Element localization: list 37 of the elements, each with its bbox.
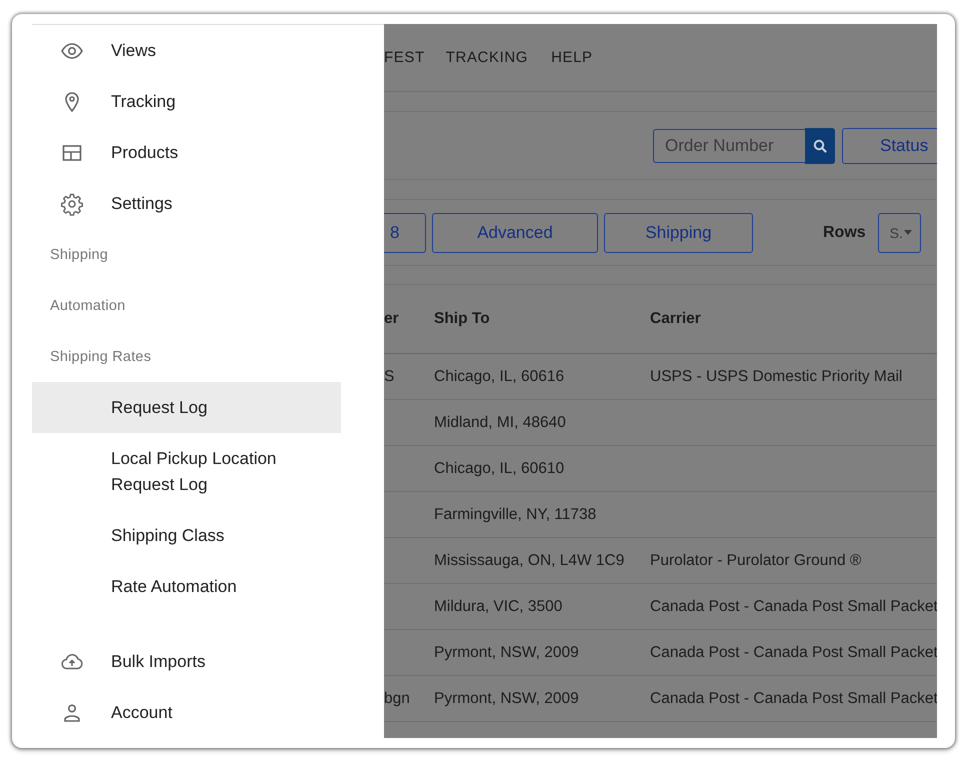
nav-link[interactable]: FEST	[384, 49, 425, 66]
order-number-field[interactable]: Order Number	[653, 128, 805, 162]
table-cell-text: bgn	[384, 690, 411, 708]
search-icon	[813, 138, 827, 152]
rows-label: Rows	[823, 224, 866, 242]
nav-link[interactable]: TRACKING	[446, 49, 528, 66]
table-cell-text: Chicago, IL, 60610	[434, 460, 566, 478]
table-cell-text: Purolator - Purolator Ground ®	[650, 552, 862, 570]
nav-link[interactable]: HELP	[551, 49, 593, 66]
column-header: Carrier	[650, 310, 702, 328]
settings-icon	[60, 192, 84, 216]
table-cell-text: USPS - USPS Domestic Priority Mail	[650, 368, 904, 386]
drawer-item[interactable]: Settings	[32, 178, 384, 229]
table-cell-text: Farmingville, NY, 11738	[434, 506, 598, 524]
table-cell-text: Pyrmont, NSW, 2009	[434, 690, 580, 708]
drawer-item[interactable]: Request Log	[32, 382, 341, 433]
table-cell-text: Mildura, VIC, 3500	[434, 598, 564, 616]
drawer-item[interactable]: Shipping Class	[32, 510, 341, 561]
section-heading: Automation	[49, 296, 126, 316]
table-cell-text: Midland, MI, 48640	[434, 414, 567, 432]
drawer-item[interactable]: Tracking	[32, 76, 384, 127]
drawer-item[interactable]: Local Pickup Location Request Log	[32, 433, 341, 510]
table-cell-text: Chicago, IL, 60616	[434, 368, 566, 386]
table-cell-text: S	[384, 368, 396, 386]
drawer-item[interactable]: Account	[32, 687, 384, 738]
table-cell-text: Pyrmont, NSW, 2009	[434, 644, 580, 662]
drawer-item[interactable]: Views	[32, 25, 384, 76]
column-header: er	[384, 310, 400, 328]
column-header: Ship To	[434, 310, 491, 328]
search-button[interactable]	[805, 128, 835, 164]
drawer-item[interactable]: Bulk Imports	[32, 636, 384, 687]
section-heading: Shipping	[49, 246, 110, 264]
caret-icon	[904, 230, 912, 235]
table-cell-text: Mississauga, ON, L4W 1C9	[434, 552, 626, 570]
section-heading: Shipping Rates	[49, 348, 152, 366]
drawer-item[interactable]: Rate Automation	[32, 561, 341, 612]
drawer-item[interactable]: Products	[32, 127, 384, 178]
